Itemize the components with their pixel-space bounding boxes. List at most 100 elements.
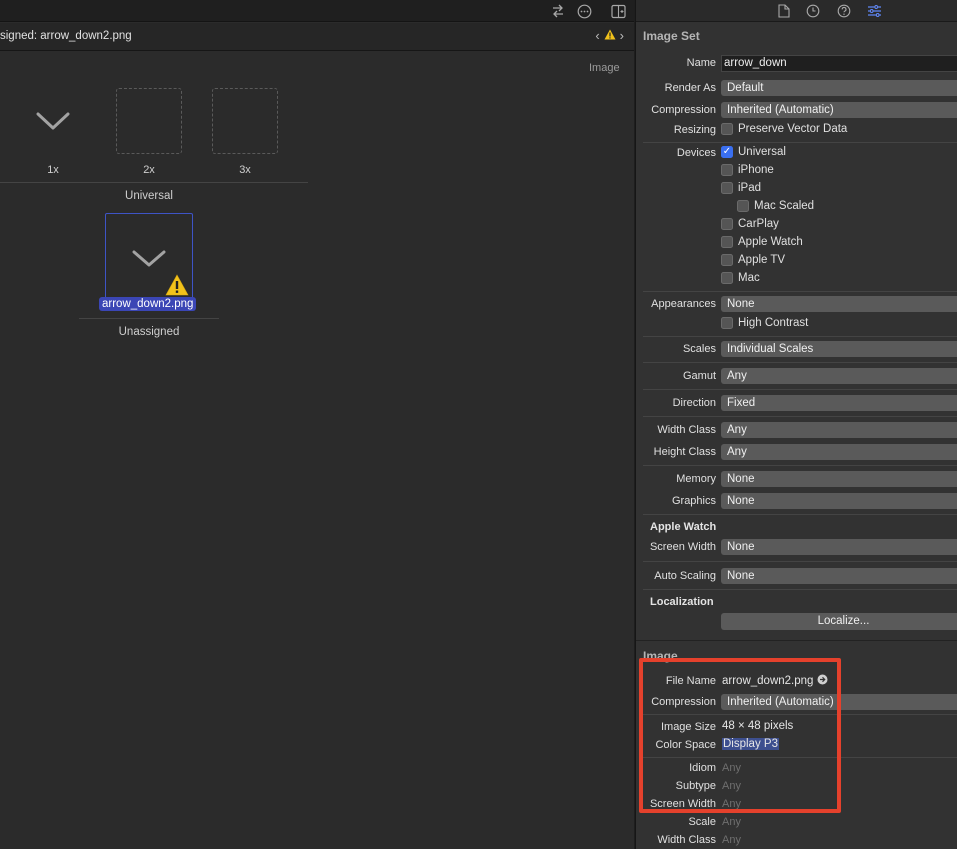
devices-label: Devices (676, 147, 716, 159)
swap-arrows-icon[interactable] (549, 2, 567, 20)
screen-width-popup[interactable]: None (721, 539, 957, 555)
checkbox-box (721, 123, 733, 135)
height-class-popup[interactable]: Any (721, 444, 957, 460)
section-separator (643, 416, 957, 417)
direction-popup[interactable]: Fixed (721, 395, 957, 411)
image-section-title: Image (643, 649, 678, 663)
width-class-popup[interactable]: Any (721, 422, 957, 438)
appearances-popup[interactable]: None (721, 296, 957, 312)
screen-width-label: Screen Width (649, 541, 716, 553)
height-class-label: Height Class (653, 446, 716, 458)
slot-label-3x: 3x (239, 164, 251, 176)
render-as-popup[interactable]: Default (721, 80, 957, 96)
checkbox-label: High Contrast (738, 317, 809, 329)
name-label: Name (686, 57, 716, 69)
section-separator (643, 757, 957, 758)
render-as-label: Render As (664, 82, 716, 94)
preserve-vector-checkbox[interactable]: Preserve Vector Data (721, 123, 847, 135)
device-mac-checkbox[interactable]: Mac (721, 272, 760, 284)
unassigned-filename[interactable]: arrow_down2.png (99, 297, 197, 311)
section-separator (643, 714, 957, 715)
device-iphone-checkbox[interactable]: iPhone (721, 164, 774, 176)
checkbox-box (721, 317, 733, 329)
scales-label: Scales (682, 343, 716, 355)
more-options-icon[interactable] (575, 2, 593, 20)
asset-canvas: Image 1x 2x 3x Universal arrow_down2.png… (0, 52, 634, 849)
file-inspector-icon[interactable] (775, 2, 793, 20)
attributes-inspector-icon[interactable] (865, 2, 883, 20)
compression-label: Compression (651, 104, 716, 116)
slot-label-1x: 1x (47, 164, 59, 176)
scale-value: Any (722, 816, 741, 828)
chevron-right-icon[interactable]: › (620, 28, 624, 43)
section-separator (643, 589, 957, 590)
section-separator (643, 465, 957, 466)
checkbox-label: Preserve Vector Data (738, 123, 848, 135)
checkbox-label: iPhone (738, 164, 774, 176)
memory-label: Memory (676, 473, 716, 485)
section-divider (636, 640, 957, 641)
graphics-popup[interactable]: None (721, 493, 957, 509)
checkbox-label: Mac Scaled (754, 200, 815, 212)
checkbox-label: Mac (738, 272, 760, 284)
reveal-arrow-icon[interactable] (817, 674, 828, 688)
group-label-universal: Universal (125, 190, 173, 202)
chevron-left-icon[interactable]: ‹ (595, 28, 599, 43)
warning-icon[interactable] (604, 28, 616, 43)
scale-label: Scale (688, 816, 716, 828)
idiom-label: Idiom (689, 762, 716, 774)
image-width-class-value: Any (722, 834, 741, 846)
section-separator (643, 336, 957, 337)
section-separator (643, 561, 957, 562)
warning-icon (165, 274, 189, 296)
history-inspector-icon[interactable] (804, 2, 822, 20)
gamut-popup[interactable]: Any (721, 368, 957, 384)
device-apple-tv-checkbox[interactable]: Apple TV (721, 254, 785, 266)
chevron-down-icon (36, 112, 70, 130)
jump-bar: signed: arrow_down2.png ‹ › (0, 23, 634, 51)
inspector-tab-bar (636, 0, 957, 22)
idiom-value: Any (722, 762, 741, 774)
image-compression-popup[interactable]: Inherited (Automatic) (721, 694, 957, 710)
checkbox-box (721, 272, 733, 284)
device-carplay-checkbox[interactable]: CarPlay (721, 218, 779, 230)
device-universal-checkbox[interactable]: ✓ Universal (721, 146, 786, 158)
device-ipad-checkbox[interactable]: iPad (721, 182, 761, 194)
slot-1x[interactable] (20, 88, 86, 154)
appearances-label: Appearances (651, 298, 716, 310)
help-inspector-icon[interactable] (835, 2, 853, 20)
jump-bar-path[interactable]: signed: arrow_down2.png (0, 30, 132, 42)
slot-3x[interactable] (212, 88, 278, 154)
device-mac-scaled-checkbox[interactable]: Mac Scaled (737, 200, 814, 212)
checkmark-icon: ✓ (721, 146, 733, 158)
compression-popup[interactable]: Inherited (Automatic) (721, 102, 957, 118)
color-space-text[interactable]: Display P3 (722, 738, 779, 750)
image-compression-label: Compression (651, 696, 716, 708)
section-separator (643, 362, 957, 363)
graphics-label: Graphics (671, 495, 716, 507)
checkbox-box (721, 236, 733, 248)
slot-2x[interactable] (116, 88, 182, 154)
group-label-unassigned: Unassigned (118, 326, 180, 338)
high-contrast-checkbox[interactable]: High Contrast (721, 317, 808, 329)
name-field[interactable]: arrow_down (721, 55, 957, 72)
image-set-section-title: Image Set (643, 29, 700, 43)
section-separator (643, 291, 957, 292)
device-apple-watch-checkbox[interactable]: Apple Watch (721, 236, 803, 248)
file-name-label: File Name (665, 675, 716, 687)
add-editor-icon[interactable] (609, 2, 627, 20)
scales-popup[interactable]: Individual Scales (721, 341, 957, 357)
checkbox-box (737, 200, 749, 212)
image-size-label: Image Size (660, 721, 716, 733)
localize-button[interactable]: Localize... (721, 613, 957, 630)
auto-scaling-popup[interactable]: None (721, 568, 957, 584)
subtype-label: Subtype (675, 780, 716, 792)
color-space-value: Display P3 (722, 738, 779, 750)
color-space-label: Color Space (655, 739, 716, 751)
width-class-label: Width Class (657, 424, 716, 436)
checkbox-label: Apple TV (738, 254, 786, 266)
group-divider (79, 318, 219, 319)
file-name-text: arrow_down2.png (722, 675, 814, 687)
memory-popup[interactable]: None (721, 471, 957, 487)
section-separator (643, 389, 957, 390)
